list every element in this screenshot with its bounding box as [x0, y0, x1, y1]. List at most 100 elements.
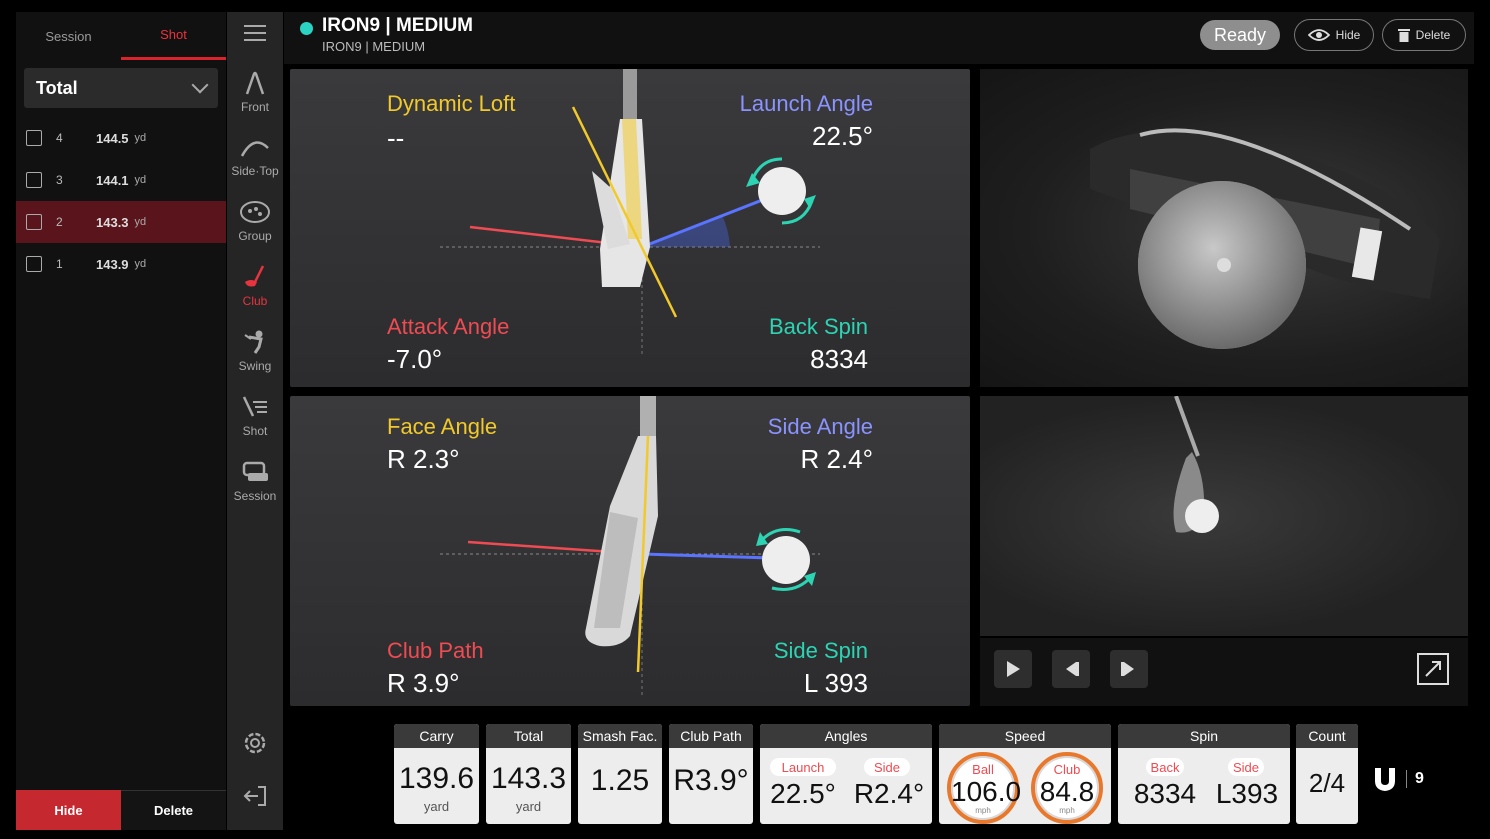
total-filter-dropdown[interactable]: Total: [24, 68, 218, 108]
step-back-button[interactable]: [1052, 650, 1090, 688]
launch-pill: Launch: [770, 758, 836, 776]
nav-label: Session: [233, 489, 277, 503]
hide-button[interactable]: Hide: [1294, 19, 1374, 51]
nav-side-top[interactable]: Side·Top: [227, 134, 283, 194]
checkbox[interactable]: [26, 172, 42, 188]
side-spin-label: Side Spin: [773, 638, 868, 663]
speed-card: Speed Ball 106.0 mph Club 84.8 mph: [939, 724, 1111, 824]
club-icon: [245, 265, 265, 287]
angles-label: Angles: [760, 724, 932, 748]
shot-distance: 143.9: [96, 256, 129, 272]
play-icon: [1007, 661, 1020, 677]
shot-row-2[interactable]: 2 143.3 yd: [16, 201, 226, 243]
shot-unit: yd: [134, 258, 147, 270]
group-icon: [240, 201, 270, 223]
side-spin-value: L 393: [803, 668, 868, 698]
side-angle-label: Side Angle: [767, 414, 873, 439]
shot-number: 3: [56, 173, 63, 187]
ball-speed-gauge: Ball 106.0 mph: [947, 752, 1022, 824]
session-icon: [242, 461, 268, 481]
nav-club[interactable]: Club: [227, 264, 283, 324]
menu-button[interactable]: [227, 24, 283, 60]
tab-session[interactable]: Session: [16, 12, 121, 60]
step-forward-button[interactable]: [1110, 650, 1148, 688]
club-speed-unit: mph: [1059, 806, 1075, 815]
checkbox[interactable]: [26, 130, 42, 146]
nav-shot[interactable]: Shot: [227, 394, 283, 454]
club-ball-closeup-image: [1090, 128, 1440, 349]
delete-label: Delete: [1415, 28, 1451, 42]
chevron-down-icon: [191, 76, 209, 94]
nav-front[interactable]: Front: [227, 70, 283, 130]
face-angle-value: R 2.3°: [387, 444, 460, 474]
nav-session[interactable]: Session: [227, 459, 283, 519]
delete-button[interactable]: Delete: [1382, 19, 1466, 51]
nav-label: Shot: [242, 424, 268, 438]
logo-number: 9: [1415, 770, 1424, 787]
carry-card: Carry 139.6 yard: [394, 724, 479, 824]
count-value: 2/4: [1308, 768, 1346, 798]
club-speed-label: Club: [1053, 762, 1081, 777]
club-path-card: Club Path R3.9°: [669, 724, 753, 824]
total-unit: yard: [515, 799, 542, 814]
step-forward-icon: [1121, 662, 1134, 676]
face-angle-label: Face Angle: [387, 414, 498, 439]
launch-angle-label: Launch Angle: [739, 91, 873, 116]
tab-shot[interactable]: Shot: [121, 12, 226, 60]
shot-header: IRON9 | MEDIUM IRON9 | MEDIUM Ready Hide…: [284, 12, 1474, 64]
play-button[interactable]: [994, 650, 1032, 688]
dynamic-loft-label: Dynamic Loft: [387, 91, 516, 116]
club-ball-wide-image: [1173, 396, 1219, 533]
trash-icon: [1397, 29, 1410, 42]
eye-icon: [1307, 29, 1330, 41]
shot-icon: [242, 396, 267, 417]
nav-swing[interactable]: Swing: [227, 329, 283, 389]
fullscreen-button[interactable]: [1414, 650, 1452, 688]
checkbox[interactable]: [26, 214, 42, 230]
u-shield-icon: [1375, 768, 1395, 791]
hide-shots-button[interactable]: Hide: [16, 790, 121, 830]
settings-button[interactable]: [227, 730, 283, 760]
shot-row-1[interactable]: 1 143.9 yd: [16, 243, 226, 285]
exit-icon: [243, 786, 266, 806]
ball-speed-value: 106.0: [951, 776, 1022, 807]
hide-label: Hide: [1335, 28, 1361, 42]
shot-distance: 144.1: [96, 172, 129, 188]
club-title: IRON9 | MEDIUM: [322, 15, 473, 36]
total-card: Total 143.3 yard: [486, 724, 571, 824]
shot-row-3[interactable]: 3 144.1 yd: [16, 159, 226, 201]
back-spin-label: Back Spin: [768, 314, 868, 339]
speed-label: Speed: [939, 724, 1111, 748]
swing-camera-view: [980, 396, 1468, 636]
impact-camera-closeup: [980, 69, 1468, 387]
hamburger-icon: [244, 25, 266, 41]
side-pill: Side: [864, 758, 910, 776]
shot-row-4[interactable]: 4 144.5 yd: [16, 117, 226, 159]
club-path-card-label: Club Path: [669, 724, 753, 748]
exit-button[interactable]: [227, 784, 283, 814]
club-path-value: R 3.9°: [387, 668, 460, 698]
view-nav: Front Side·Top Group Club Swing Shot Ses…: [227, 12, 283, 830]
checkbox[interactable]: [26, 256, 42, 272]
nav-group[interactable]: Group: [227, 199, 283, 259]
smash-factor-card: Smash Fac. 1.25: [578, 724, 662, 824]
delete-shots-button[interactable]: Delete: [121, 790, 226, 830]
count-label: Count: [1296, 724, 1358, 748]
back-spin-value: 8334: [810, 344, 868, 374]
club-path-card-value: R3.9°: [673, 764, 749, 797]
spin-label: Spin: [1118, 724, 1290, 748]
ball-speed-unit: mph: [975, 806, 991, 815]
shot-distance: 143.3: [96, 214, 129, 230]
status-dot: [300, 22, 313, 35]
club-speed-gauge: Club 84.8 mph: [1031, 752, 1103, 824]
swing-icon: [244, 330, 263, 354]
left-bottom-actions: Hide Delete: [16, 790, 226, 830]
shot-number: 1: [56, 257, 63, 271]
club-path-label: Club Path: [387, 638, 484, 663]
total-value: 143.3: [490, 762, 567, 795]
shot-unit: yd: [134, 132, 147, 144]
logo-divider: [1406, 770, 1407, 788]
dynamic-loft-value: --: [387, 123, 405, 153]
spin-card: Spin Back Side 8334 L393: [1118, 724, 1290, 824]
shot-list-panel: Session Shot Total 4 144.5 yd 3 144.1 yd…: [16, 12, 226, 830]
